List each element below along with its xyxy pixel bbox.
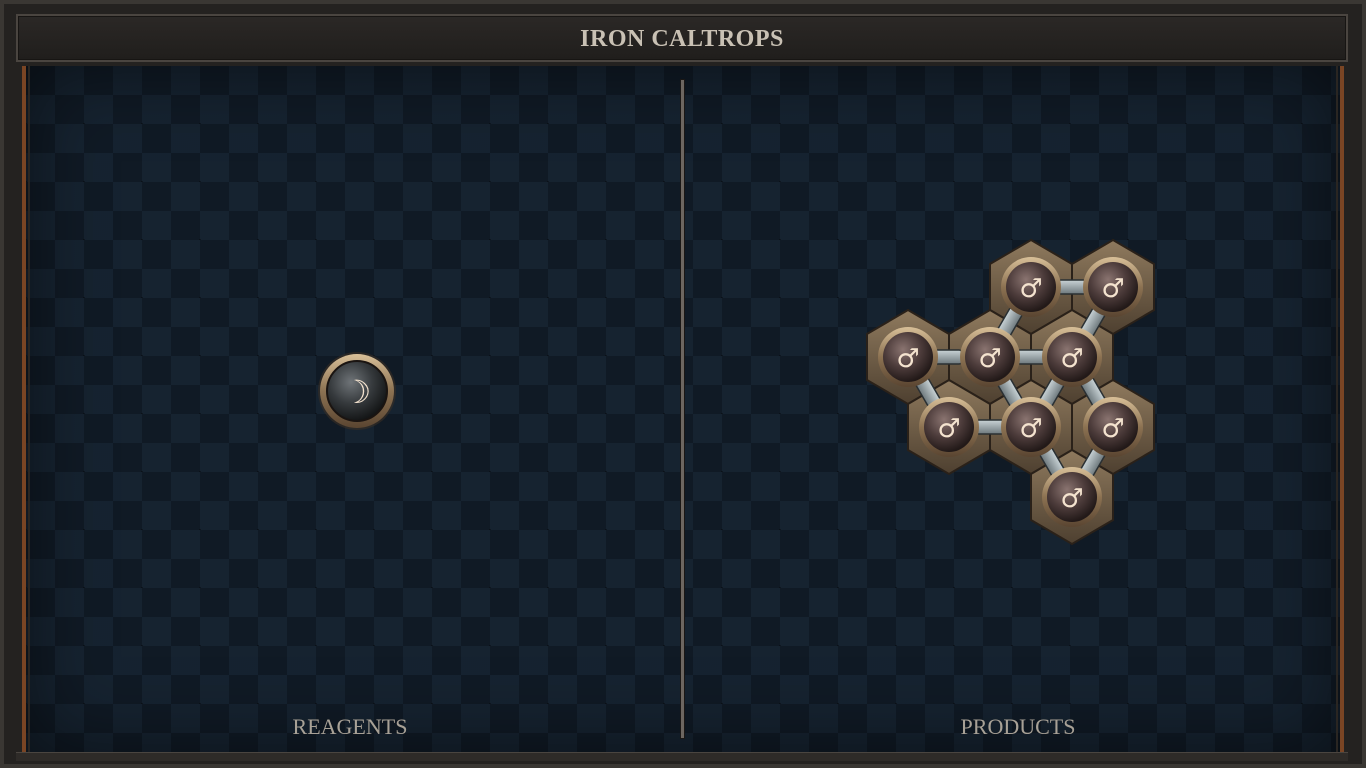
- product-atom[interactable]: ♂: [960, 327, 1020, 387]
- reagents-label: REAGENTS: [292, 714, 408, 739]
- frame-bottom-bar: [16, 752, 1348, 761]
- product-atom[interactable]: ♂: [1042, 327, 1102, 387]
- iron-glyph: ♂: [1060, 344, 1083, 374]
- product-atom[interactable]: ♂: [878, 327, 938, 387]
- iron-glyph: ♂: [896, 344, 919, 374]
- product-atom[interactable]: ♂: [1001, 397, 1061, 457]
- iron-glyph: ♂: [937, 414, 960, 444]
- iron-glyph: ♂: [1060, 484, 1083, 514]
- iron-glyph: ♂: [1019, 274, 1042, 304]
- iron-glyph: ♂: [978, 344, 1001, 374]
- bond: [1016, 349, 1046, 365]
- bond: [933, 349, 963, 365]
- product-atom[interactable]: ♂: [1042, 467, 1102, 527]
- bond: [1057, 279, 1087, 295]
- products-label: PRODUCTS: [960, 714, 1076, 739]
- product-atom[interactable]: ♂: [1083, 257, 1143, 317]
- product-atom[interactable]: ♂: [1001, 257, 1061, 317]
- product-atom[interactable]: ♂: [919, 397, 979, 457]
- silver-glyph: ☽: [343, 373, 372, 411]
- iron-glyph: ♂: [1101, 414, 1124, 444]
- reagent-atom[interactable]: ☽: [318, 352, 396, 430]
- iron-glyph: ♂: [1101, 274, 1124, 304]
- bond: [975, 419, 1005, 435]
- product-atom[interactable]: ♂: [1083, 397, 1143, 457]
- iron-glyph: ♂: [1019, 414, 1042, 444]
- molecule-layer: ♂ ♂ ♂ ♂ ♂ ♂ ♂ ♂ ♂ ☽: [318, 238, 1155, 546]
